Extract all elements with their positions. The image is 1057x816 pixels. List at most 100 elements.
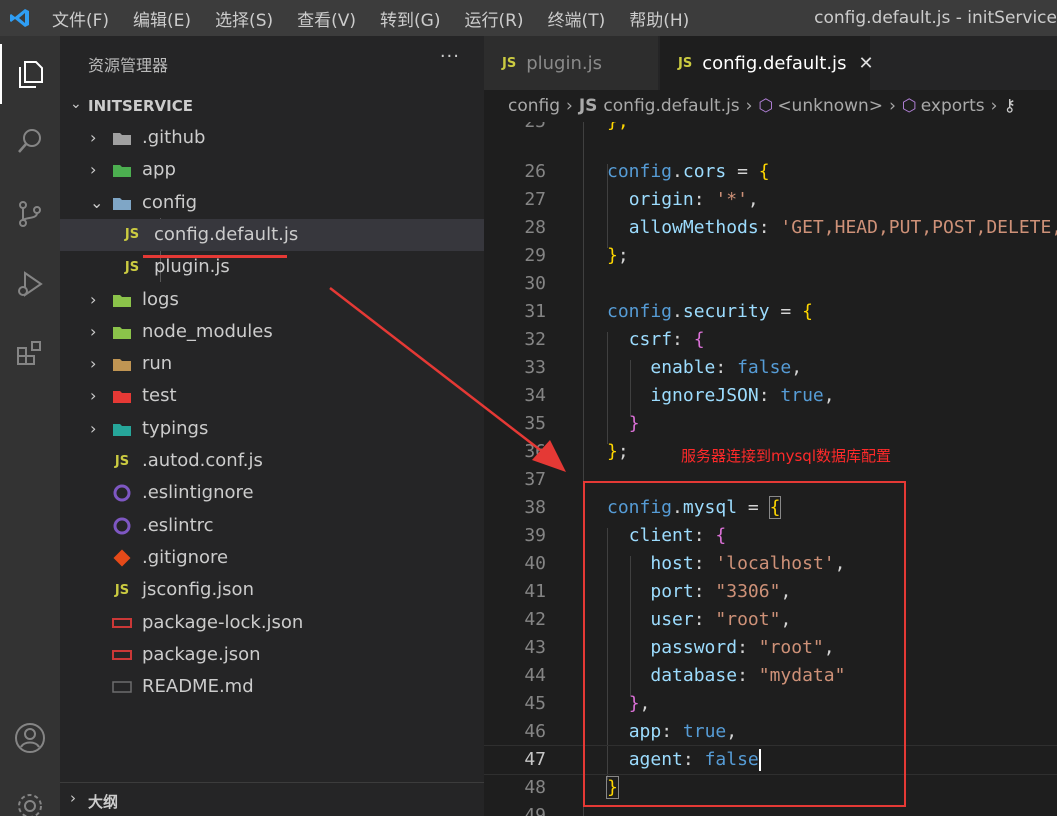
workspace-section-header[interactable]: ⌄ INITSERVICE: [60, 94, 484, 120]
tree-item-label: config: [142, 191, 198, 213]
tree-item-label: logs: [142, 288, 179, 310]
code-line: 32 csrf: {: [524, 329, 705, 350]
tree-item-label: .eslintignore: [142, 482, 254, 504]
github-folder-icon: [112, 128, 132, 148]
folder-icon: [112, 354, 132, 374]
git-icon: [112, 548, 132, 568]
breadcrumb-file[interactable]: config.default.js: [603, 96, 739, 116]
tab-label: plugin.js: [526, 52, 602, 74]
tree-item[interactable]: JS jsconfig.json: [60, 574, 484, 606]
test-folder-icon: [112, 386, 132, 406]
chevron-right-icon: ›: [90, 289, 97, 309]
tree-item[interactable]: .eslintignore: [60, 477, 484, 509]
tree-item-label: test: [142, 385, 177, 407]
js-icon: JS: [114, 453, 130, 469]
extensions-icon[interactable]: [0, 324, 60, 384]
breadcrumb-symbol[interactable]: exports: [921, 96, 985, 116]
tree-item[interactable]: › run: [60, 348, 484, 380]
node-modules-folder-icon: [112, 322, 132, 342]
breadcrumb-symbol[interactable]: <unknown>: [777, 96, 883, 116]
tree-item[interactable]: package.json: [60, 639, 484, 671]
account-icon[interactable]: [0, 708, 60, 768]
activity-bar: [0, 36, 60, 816]
tree-item-label: app: [142, 159, 176, 181]
tree-item-label: README.md: [142, 676, 254, 698]
symbol-cube-icon: ⬡: [901, 96, 917, 116]
code-line: 26 config.cors = {: [524, 161, 770, 182]
title-bar: 文件(F) 编辑(E) 选择(S) 查看(V) 转到(G) 运行(R) 终端(T…: [0, 0, 1057, 36]
tree-item[interactable]: JS .autod.conf.js: [60, 445, 484, 477]
workspace-name: INITSERVICE: [88, 97, 193, 115]
markdown-icon: [112, 677, 132, 697]
tree-item-label: .autod.conf.js: [142, 450, 263, 471]
chevron-right-icon: ›: [990, 96, 998, 116]
js-icon: JS: [678, 55, 693, 71]
close-icon[interactable]: ✕: [858, 53, 873, 74]
menu-run[interactable]: 运行(R): [452, 6, 535, 31]
tree-item[interactable]: › .github: [60, 122, 484, 154]
annotation-highlight-box: [583, 481, 906, 807]
annotation-underline: [143, 255, 287, 258]
vscode-logo-icon: [0, 0, 40, 36]
more-actions-button[interactable]: ···: [440, 46, 460, 67]
chevron-right-icon: ›: [70, 789, 76, 807]
tree-item[interactable]: › app: [60, 154, 484, 186]
source-control-icon[interactable]: [0, 184, 60, 244]
tab-plugin-js[interactable]: JS plugin.js: [484, 36, 658, 90]
tab-config-default-js[interactable]: JS config.default.js ✕: [660, 36, 874, 90]
tree-item-label: .github: [142, 127, 206, 148]
chevron-down-icon: ⌄: [70, 96, 82, 112]
eslint-icon: [112, 483, 132, 503]
jsconfig-icon: JS: [114, 582, 130, 598]
run-debug-icon[interactable]: [0, 254, 60, 314]
tree-item-label: jsconfig.json: [142, 579, 254, 601]
tree-item[interactable]: JS config.default.js: [60, 218, 484, 251]
chevron-down-icon: ⌄: [90, 192, 104, 212]
editor-tabs: JS plugin.js JS config.default.js ✕: [484, 36, 1057, 90]
annotation-note: 服务器连接到mysql数据库配置: [681, 447, 891, 465]
tree-item-label: config.default.js: [154, 223, 299, 245]
symbol-cube-icon: ⬡: [758, 96, 774, 116]
menu-file[interactable]: 文件(F): [40, 6, 121, 31]
typings-folder-icon: [112, 419, 132, 439]
outline-title: 大纲: [88, 793, 119, 811]
tree-item[interactable]: › test: [60, 380, 484, 412]
npm-icon: [112, 645, 132, 665]
outline-section-header[interactable]: › 大纲: [60, 782, 484, 816]
tree-item[interactable]: .gitignore: [60, 542, 484, 574]
tree-item-label: package.json: [142, 643, 261, 665]
explorer-icon[interactable]: [0, 44, 60, 104]
menu-go[interactable]: 转到(G): [368, 6, 452, 31]
tree-item[interactable]: package-lock.json: [60, 607, 484, 639]
tree-item[interactable]: › logs: [60, 284, 484, 316]
js-icon: JS: [124, 227, 140, 243]
menu-terminal[interactable]: 终端(T): [536, 6, 618, 31]
code-line: 28 allowMethods: 'GET,HEAD,PUT,POST,DELE…: [524, 217, 1057, 238]
menu-selection[interactable]: 选择(S): [203, 6, 285, 31]
tree-item-label: package-lock.json: [142, 611, 304, 633]
js-icon: JS: [124, 259, 140, 275]
npm-icon: [112, 613, 132, 633]
tree-item[interactable]: README.md: [60, 671, 484, 703]
tree-item-label: typings: [142, 417, 209, 439]
js-icon: JS: [578, 96, 598, 116]
tree-item[interactable]: › node_modules: [60, 316, 484, 348]
chevron-right-icon: ›: [889, 96, 896, 116]
tree-item[interactable]: .eslintrc: [60, 510, 484, 542]
tree-item[interactable]: ⌄ config: [60, 187, 484, 219]
chevron-right-icon: ›: [90, 128, 97, 147]
chevron-right-icon: ›: [90, 160, 97, 180]
menu-edit[interactable]: 编辑(E): [121, 6, 203, 31]
menu-help[interactable]: 帮助(H): [617, 6, 701, 31]
code-line: 33 enable: false,: [524, 357, 803, 378]
search-icon[interactable]: [0, 111, 60, 171]
breadcrumb: config › JS config.default.js › ⬡ <unkno…: [484, 90, 1057, 122]
chevron-right-icon: ›: [90, 354, 97, 374]
breadcrumb-folder[interactable]: config: [508, 96, 560, 116]
explorer-title: 资源管理器: [88, 56, 169, 75]
menu-view[interactable]: 查看(V): [285, 6, 368, 31]
settings-gear-icon[interactable]: [0, 776, 60, 816]
code-line: 29};: [524, 245, 629, 266]
tree-item-label: .gitignore: [142, 546, 229, 568]
tree-item[interactable]: › typings: [60, 413, 484, 445]
